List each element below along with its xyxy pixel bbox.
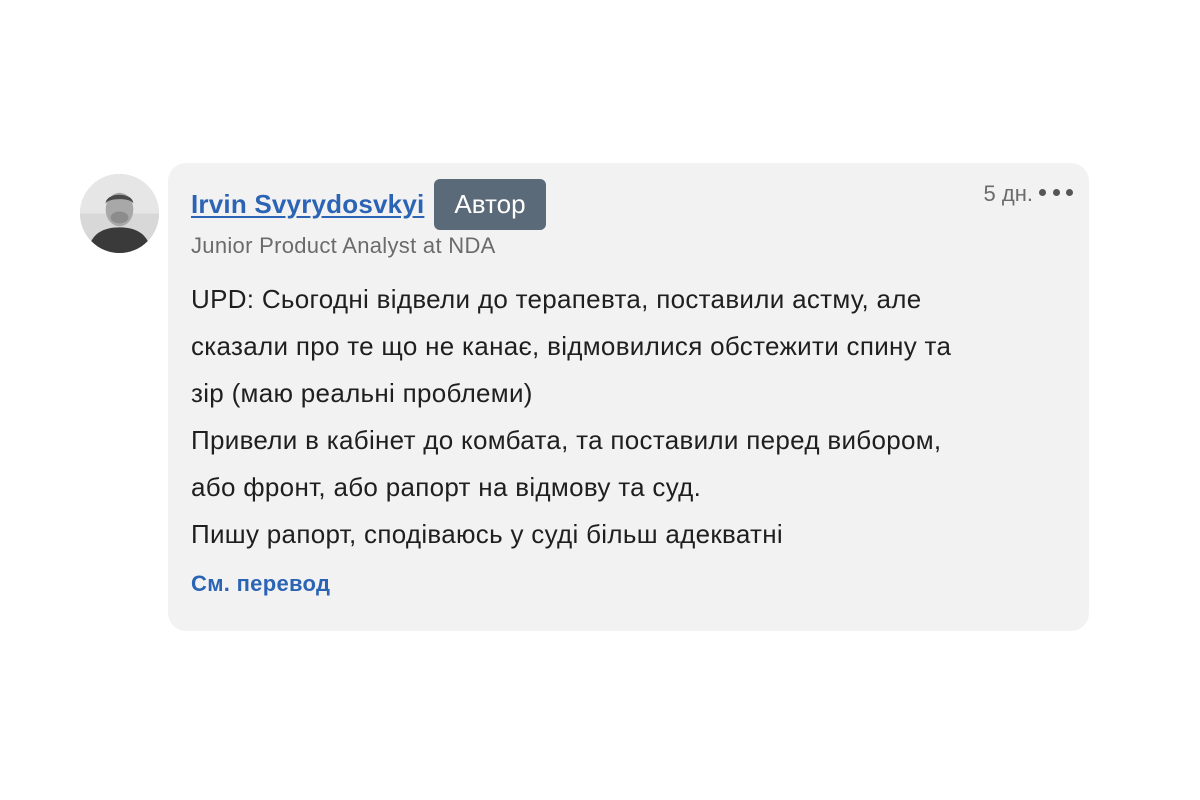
- comment-card: Irvin Svyrydosvkyi Автор Junior Product …: [168, 163, 1089, 631]
- comment-line: або фронт, або рапорт на відмову та суд.: [191, 472, 702, 502]
- more-options-icon[interactable]: [1039, 183, 1073, 201]
- see-translation-link[interactable]: См. перевод: [191, 571, 330, 597]
- comment-line: Привели в кабінет до комбата, та постави…: [191, 425, 942, 455]
- author-badge: Автор: [434, 179, 546, 230]
- comment-line: зір (маю реальні проблеми): [191, 378, 533, 408]
- comment-text: UPD: Сьогодні відвели до терапевта, пост…: [191, 276, 1071, 558]
- comment-line: UPD: Сьогодні відвели до терапевта, пост…: [191, 284, 922, 314]
- author-avatar[interactable]: [80, 174, 159, 253]
- avatar-photo: [80, 174, 159, 253]
- more-dot: [1066, 188, 1073, 196]
- comment-header: Irvin Svyrydosvkyi Автор: [191, 179, 546, 230]
- author-name-link[interactable]: Irvin Svyrydosvkyi: [191, 189, 424, 220]
- comment-timestamp: 5 дн.: [983, 181, 1033, 206]
- more-dot: [1039, 188, 1046, 196]
- more-dot: [1052, 188, 1060, 196]
- comment-line: Пишу рапорт, сподіваюсь у суді більш аде…: [191, 519, 783, 549]
- author-headline: Junior Product Analyst at NDA: [191, 233, 496, 258]
- comment-line: сказали про те що не канає, відмовилися …: [191, 331, 952, 361]
